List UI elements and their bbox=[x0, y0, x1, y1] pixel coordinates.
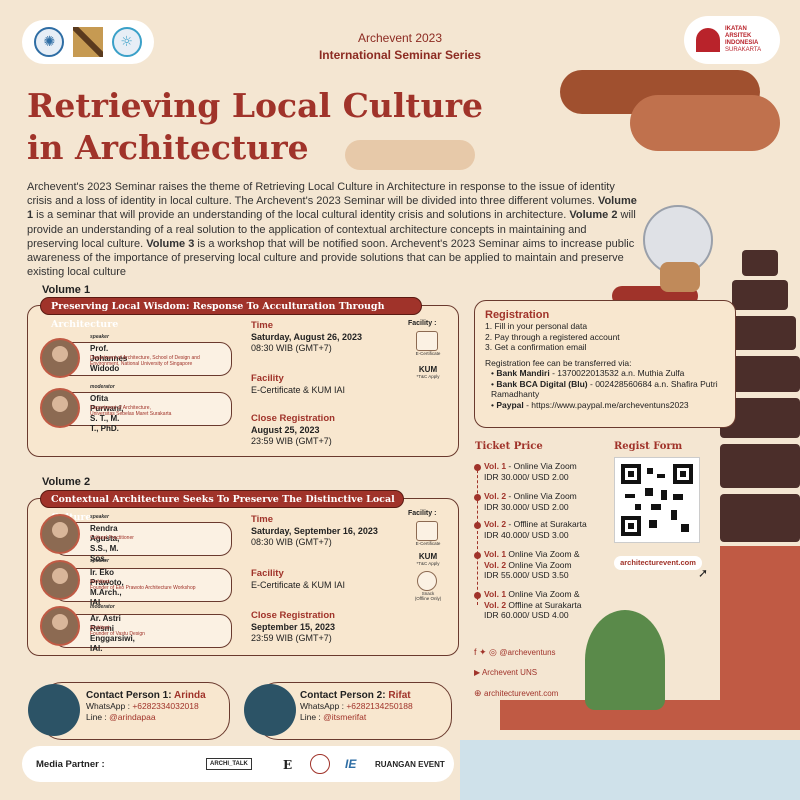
ticket-dot bbox=[474, 592, 481, 599]
ticket-dot bbox=[474, 522, 481, 529]
volume-2-banner: Contextual Architecture Seeks To Preserv… bbox=[40, 490, 404, 523]
volume-2-label: Volume 2 bbox=[42, 476, 91, 488]
social-youtube[interactable]: ▶ Archevent UNS bbox=[474, 668, 537, 677]
avatar bbox=[40, 514, 80, 554]
cloud-decoration bbox=[630, 95, 780, 151]
partner-logo: E bbox=[283, 758, 293, 772]
volume-1-banner: Preserving Local Wisdom: Response To Acc… bbox=[40, 297, 422, 330]
partner-logo-icon bbox=[310, 754, 330, 774]
certificate-icon bbox=[416, 521, 438, 541]
globe-icon: ⊕ bbox=[474, 688, 485, 698]
volume-2-time: Time Saturday, September 16, 2023 08:30 … bbox=[251, 514, 378, 547]
event-heading: Archevent 2023 International Seminar Ser… bbox=[0, 30, 800, 64]
title-line: Retrieving Local Culture bbox=[27, 86, 483, 125]
title-line: in Architecture bbox=[27, 128, 309, 167]
ticket-item: Vol. 1 - Online Via Zoom IDR 30.000/ USD… bbox=[484, 461, 577, 482]
ticket-item: Vol. 2 - Online Via Zoom IDR 30.000/ USD… bbox=[484, 491, 577, 512]
volume-1-close-registration: Close Registration August 25, 2023 23:59… bbox=[251, 413, 335, 446]
media-partner-bar: Media Partner : ARCHI_TALK E IE RUANGAN … bbox=[22, 746, 454, 782]
kum-icon: KUM bbox=[418, 365, 438, 374]
paypal[interactable]: • Paypal - https://www.paypal.me/archeve… bbox=[485, 400, 725, 411]
event-series: International Seminar Series bbox=[318, 48, 482, 62]
ticket-item: Vol. 1 Online Via Zoom & Vol. 2 Online V… bbox=[484, 549, 580, 580]
snack-icon bbox=[417, 571, 437, 591]
avatar bbox=[40, 560, 80, 600]
contact-person-1: Contact Person 1: Arinda WhatsApp : +628… bbox=[86, 690, 206, 722]
contact-avatar-icon bbox=[244, 684, 296, 736]
volume-1-facility-icons: Facility : E-Certificate KUM *T&C Apply bbox=[408, 320, 448, 379]
ticket-price-title: Ticket Price bbox=[475, 441, 543, 452]
ticket-dot bbox=[474, 494, 481, 501]
ticket-item: Vol. 2 - Offline at Surakarta IDR 40.000… bbox=[484, 519, 587, 540]
bank-bca: • Bank BCA Digital (Blu) - 002428560684 … bbox=[491, 378, 718, 400]
elephant-mascot-body bbox=[660, 262, 700, 292]
partner-logo: RUANGAN EVENT bbox=[375, 760, 445, 769]
bank-mandiri: • Bank Mandiri - 1370022013532 a.n. Muth… bbox=[491, 368, 685, 378]
partner-logo: ARCHI_TALK bbox=[206, 758, 252, 770]
social-icons: f ✦ ◎ bbox=[474, 647, 500, 657]
ticket-dot bbox=[474, 552, 481, 559]
ticket-timeline bbox=[477, 465, 478, 605]
regist-form-title: Regist Form bbox=[614, 441, 683, 452]
kum-icon: KUM bbox=[418, 552, 438, 561]
qr-icon bbox=[621, 464, 693, 536]
contact-person-2: Contact Person 2: Rifat WhatsApp : +6282… bbox=[300, 690, 413, 722]
water-decoration bbox=[460, 740, 800, 800]
partner-logo: IE bbox=[345, 757, 357, 771]
volume-1-time: Time Saturday, August 26, 2023 08:30 WIB… bbox=[251, 320, 363, 353]
ticket-dot bbox=[474, 464, 481, 471]
volume-2-facility: Facility E-Certificate & KUM IAI bbox=[251, 568, 346, 590]
avatar bbox=[40, 338, 80, 378]
certificate-icon bbox=[416, 331, 438, 351]
volume-2-facility-icons: Facility : E-Certificate KUM *T&C Apply … bbox=[408, 510, 448, 601]
volume-1-facility: Facility E-Certificate & KUM IAI bbox=[251, 373, 346, 395]
volume-1-label: Volume 1 bbox=[42, 284, 91, 296]
cursor-icon: ➚ bbox=[698, 566, 709, 580]
leaf-decoration bbox=[585, 610, 665, 710]
regist-form-link[interactable]: architecturevent.com bbox=[614, 556, 702, 570]
contact-avatar-icon bbox=[28, 684, 80, 736]
social-website[interactable]: ⊕ architecturevent.com bbox=[474, 688, 558, 699]
volume-2-close-registration: Close Registration September 15, 2023 23… bbox=[251, 610, 336, 643]
avatar bbox=[40, 388, 80, 428]
social-instagram[interactable]: f ✦ ◎ @archeventuns bbox=[474, 647, 556, 658]
qr-code[interactable] bbox=[614, 457, 700, 543]
youtube-icon: ▶ bbox=[474, 668, 482, 677]
avatar bbox=[40, 606, 80, 646]
intro-paragraph: Archevent's 2023 Seminar raises the them… bbox=[27, 181, 637, 279]
page-title: Retrieving Local Culture in Architecture bbox=[27, 85, 483, 169]
registration-card: Registration 1. Fill in your personal da… bbox=[474, 300, 736, 428]
ticket-item: Vol. 1 Online Via Zoom & Vol. 2 Offline … bbox=[484, 589, 582, 620]
event-name: Archevent 2023 bbox=[357, 31, 443, 45]
